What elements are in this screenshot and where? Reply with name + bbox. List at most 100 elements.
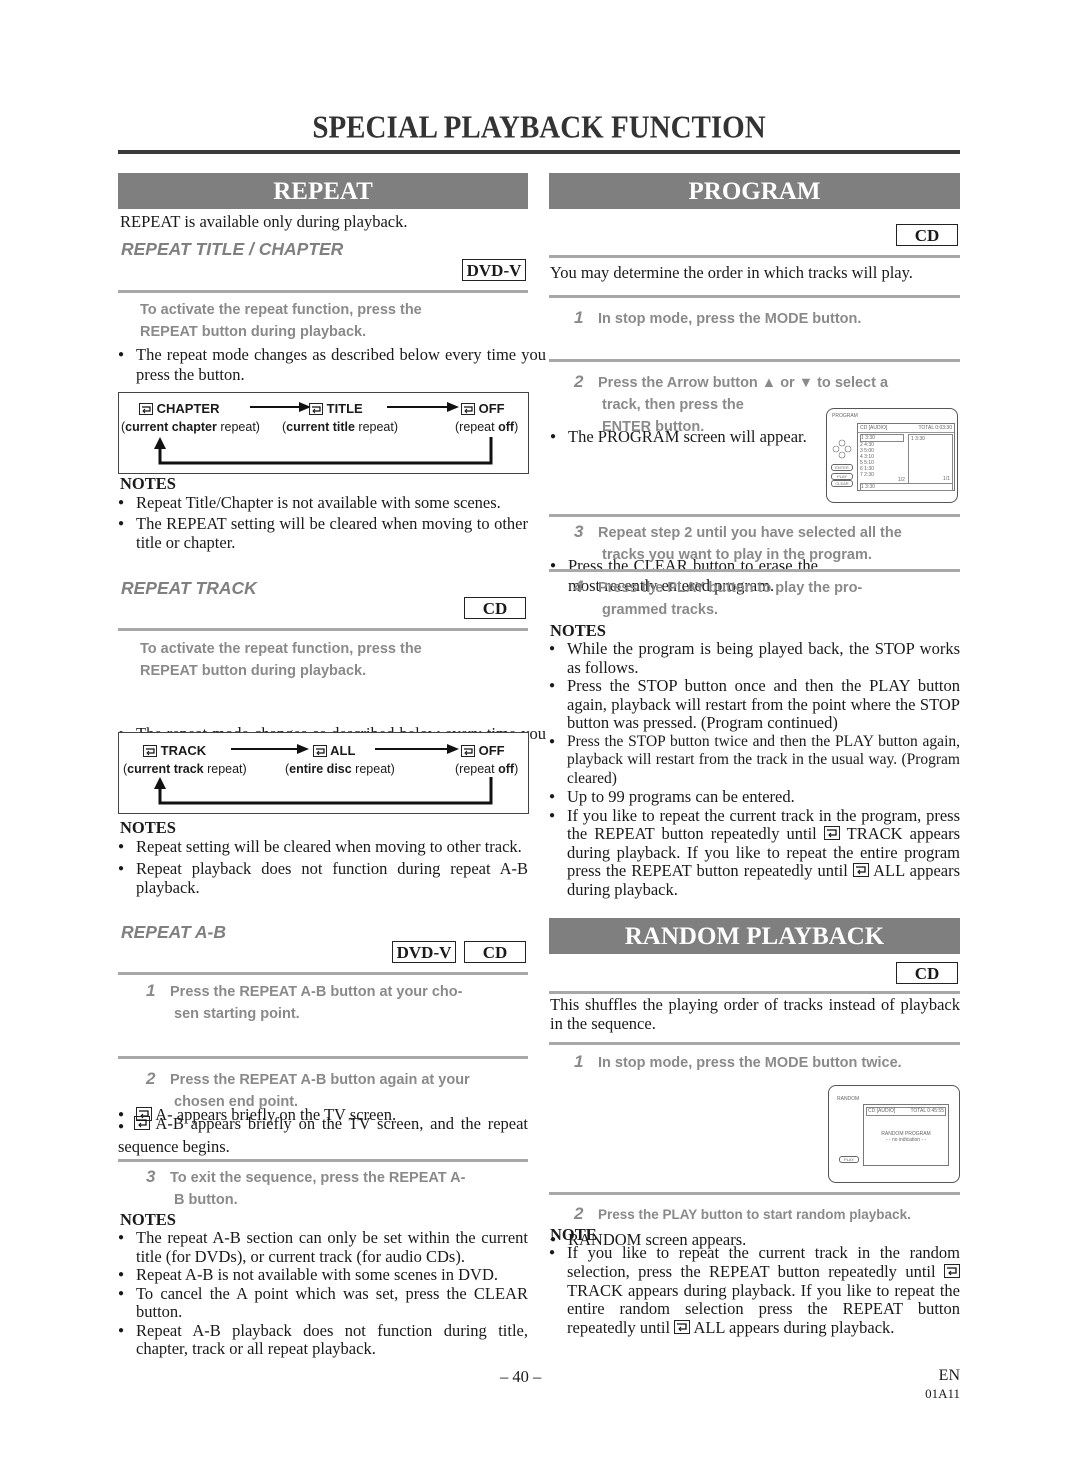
note-item: Repeat playback does not function during… [118,859,528,897]
section-rule [549,295,960,298]
section-rule [549,1042,960,1045]
section-rule [118,1159,528,1162]
section-rule [118,972,528,975]
repeat-icon [139,403,153,415]
screen-title: PROGRAM [832,413,858,419]
step-4: 4 Press the PLAY button to play the pro- … [574,576,964,621]
notes-list: Repeat Title/Chapter is not available wi… [118,493,528,552]
note-item: If you like to repeat the current track … [549,1243,960,1338]
repeat-icon [133,1116,150,1130]
screen-panel: CD [AUDIO] TOTAL 0:45:55 RANDOM PROGRAM … [863,1104,949,1166]
mode-label: TITLE [326,401,363,416]
bullet-text: The repeat mode changes as described bel… [118,345,546,384]
play-button: PLAY [839,1156,859,1163]
repeat-icon [313,745,327,757]
step-number: 2 [146,1069,156,1088]
note-heading: NOTE [550,1225,597,1244]
cd-badge: CD [896,224,958,246]
program-list: 1 3:30 1/1 [908,434,953,484]
program-banner: PROGRAM [549,173,960,209]
title-rule [118,150,960,154]
page-title: SPECIAL PLAYBACK FUNCTION [312,110,766,146]
step-number: 3 [574,522,584,541]
section-rule [549,514,960,517]
repeat-icon [944,1263,960,1278]
note-item: Press the STOP button once and then the … [549,676,960,733]
note-item: Repeat setting will be cleared when movi… [118,837,528,856]
step-text: In stop mode, press the MODE button twic… [598,1055,902,1071]
step-1: 1 In stop mode, press the MODE button twi… [574,1051,902,1074]
instruction-line: REPEAT button during playback. [140,663,367,679]
repeat-icon [852,863,869,877]
notes-list: Repeat setting will be cleared when movi… [118,837,528,897]
mode-label: OFF [478,401,505,416]
step-1: 1 In stop mode, press the MODE button. [574,307,861,330]
step-text: grammed tracks. [602,602,719,618]
mode-description: (repeat off) [455,420,519,434]
mode-description: (entire disc repeat) [285,762,395,776]
step-number: 1 [574,308,584,327]
step-number: 2 [574,1204,584,1223]
clear-button: CLEAR [831,480,853,487]
step-text: chosen end point. [174,1094,299,1110]
random-intro: This shuffles the playing order of track… [550,995,960,1033]
mode-all: ALL [313,743,355,758]
instruction-line: To activate the repeat function, press t… [140,302,422,318]
mode-description: (current chapter repeat) [121,420,260,434]
section-rule [549,991,960,994]
note-item: Repeat A-B playback does not function du… [118,1321,528,1359]
step-3: 3 To exit the sequence, press the REPEAT … [146,1166,531,1211]
step-1: 1 Press the REPEAT A-B button at your cho… [146,980,531,1025]
mode-description: (current title repeat) [282,420,399,434]
step-text: tracks you want to play in the program. [602,547,872,563]
mode-label: TRACK [160,743,207,758]
note-item: Press the STOP button twice and then the… [549,733,960,789]
section-rule [118,628,528,631]
program-screen: PROGRAM CD [AUDIO] TOTAL 0:03:30 1 3:30 … [826,408,958,503]
screen-source: CD [AUDIO] [868,1108,896,1114]
screen-source: CD [AUDIO] [860,425,888,431]
section-rule [549,255,960,258]
step-text: sen starting point. [174,1006,300,1022]
note-item: The REPEAT setting will be cleared when … [118,514,528,552]
screen-panel: CD [AUDIO] TOTAL 0:03:30 1 3:30 2 4:30 3… [857,423,955,491]
repeat-icon [674,1320,691,1335]
notes-heading: NOTES [550,621,606,640]
repeat-icon [309,403,323,415]
arrow-head [297,744,309,754]
note-item: Repeat A-B is not available with some sc… [118,1265,528,1285]
step-result: ● A-B appears briefly on the TV screen, … [118,1114,528,1156]
mode-off: OFF [461,401,505,416]
arrow-head [447,402,459,412]
arrow-head [447,744,459,754]
notes-list: If you like to repeat the current track … [549,1243,960,1338]
note-item: To cancel the A point which was set, pre… [118,1284,528,1322]
step-number: 3 [146,1167,156,1186]
step-text: B button. [174,1192,238,1208]
note-item: Up to 99 programs can be entered. [549,787,960,807]
cd-badge: CD [464,597,526,619]
page-number: – 40 – [500,1367,542,1386]
no-indication-label: - - no indication - - [885,1137,927,1143]
step-3: 3 Repeat step 2 until you have selected a… [574,521,964,566]
section-rule [118,1056,528,1059]
language-code: EN [938,1367,960,1384]
return-arrow-line [158,437,493,465]
program-item: 1 3:30 [911,436,925,442]
instruction: To activate the repeat function, press t… [140,299,422,343]
note-item: While the program is being played back, … [549,639,960,677]
step-number: 2 [574,372,584,391]
step-text: Press the PLAY button to start random pl… [598,1207,911,1222]
program-intro: You may determine the order in which tra… [550,263,913,282]
step-number: 1 [574,1052,584,1071]
mode-title: TITLE [309,401,363,416]
screen-total: TOTAL 0:45:55 [910,1108,944,1114]
repeat-title-chapter-heading: REPEAT TITLE / CHAPTER [121,239,344,259]
step-text: Press the PLAY button to play the pro- [598,580,863,596]
step-number: 4 [574,577,584,596]
mode-off: OFF [461,743,505,758]
document-code: 01A11 [925,1386,960,1401]
track-item: 1 3:30 [860,434,904,442]
note-text: If you like to repeat the current track … [567,1243,960,1281]
dvd-v-badge: DVD-V [462,259,526,281]
